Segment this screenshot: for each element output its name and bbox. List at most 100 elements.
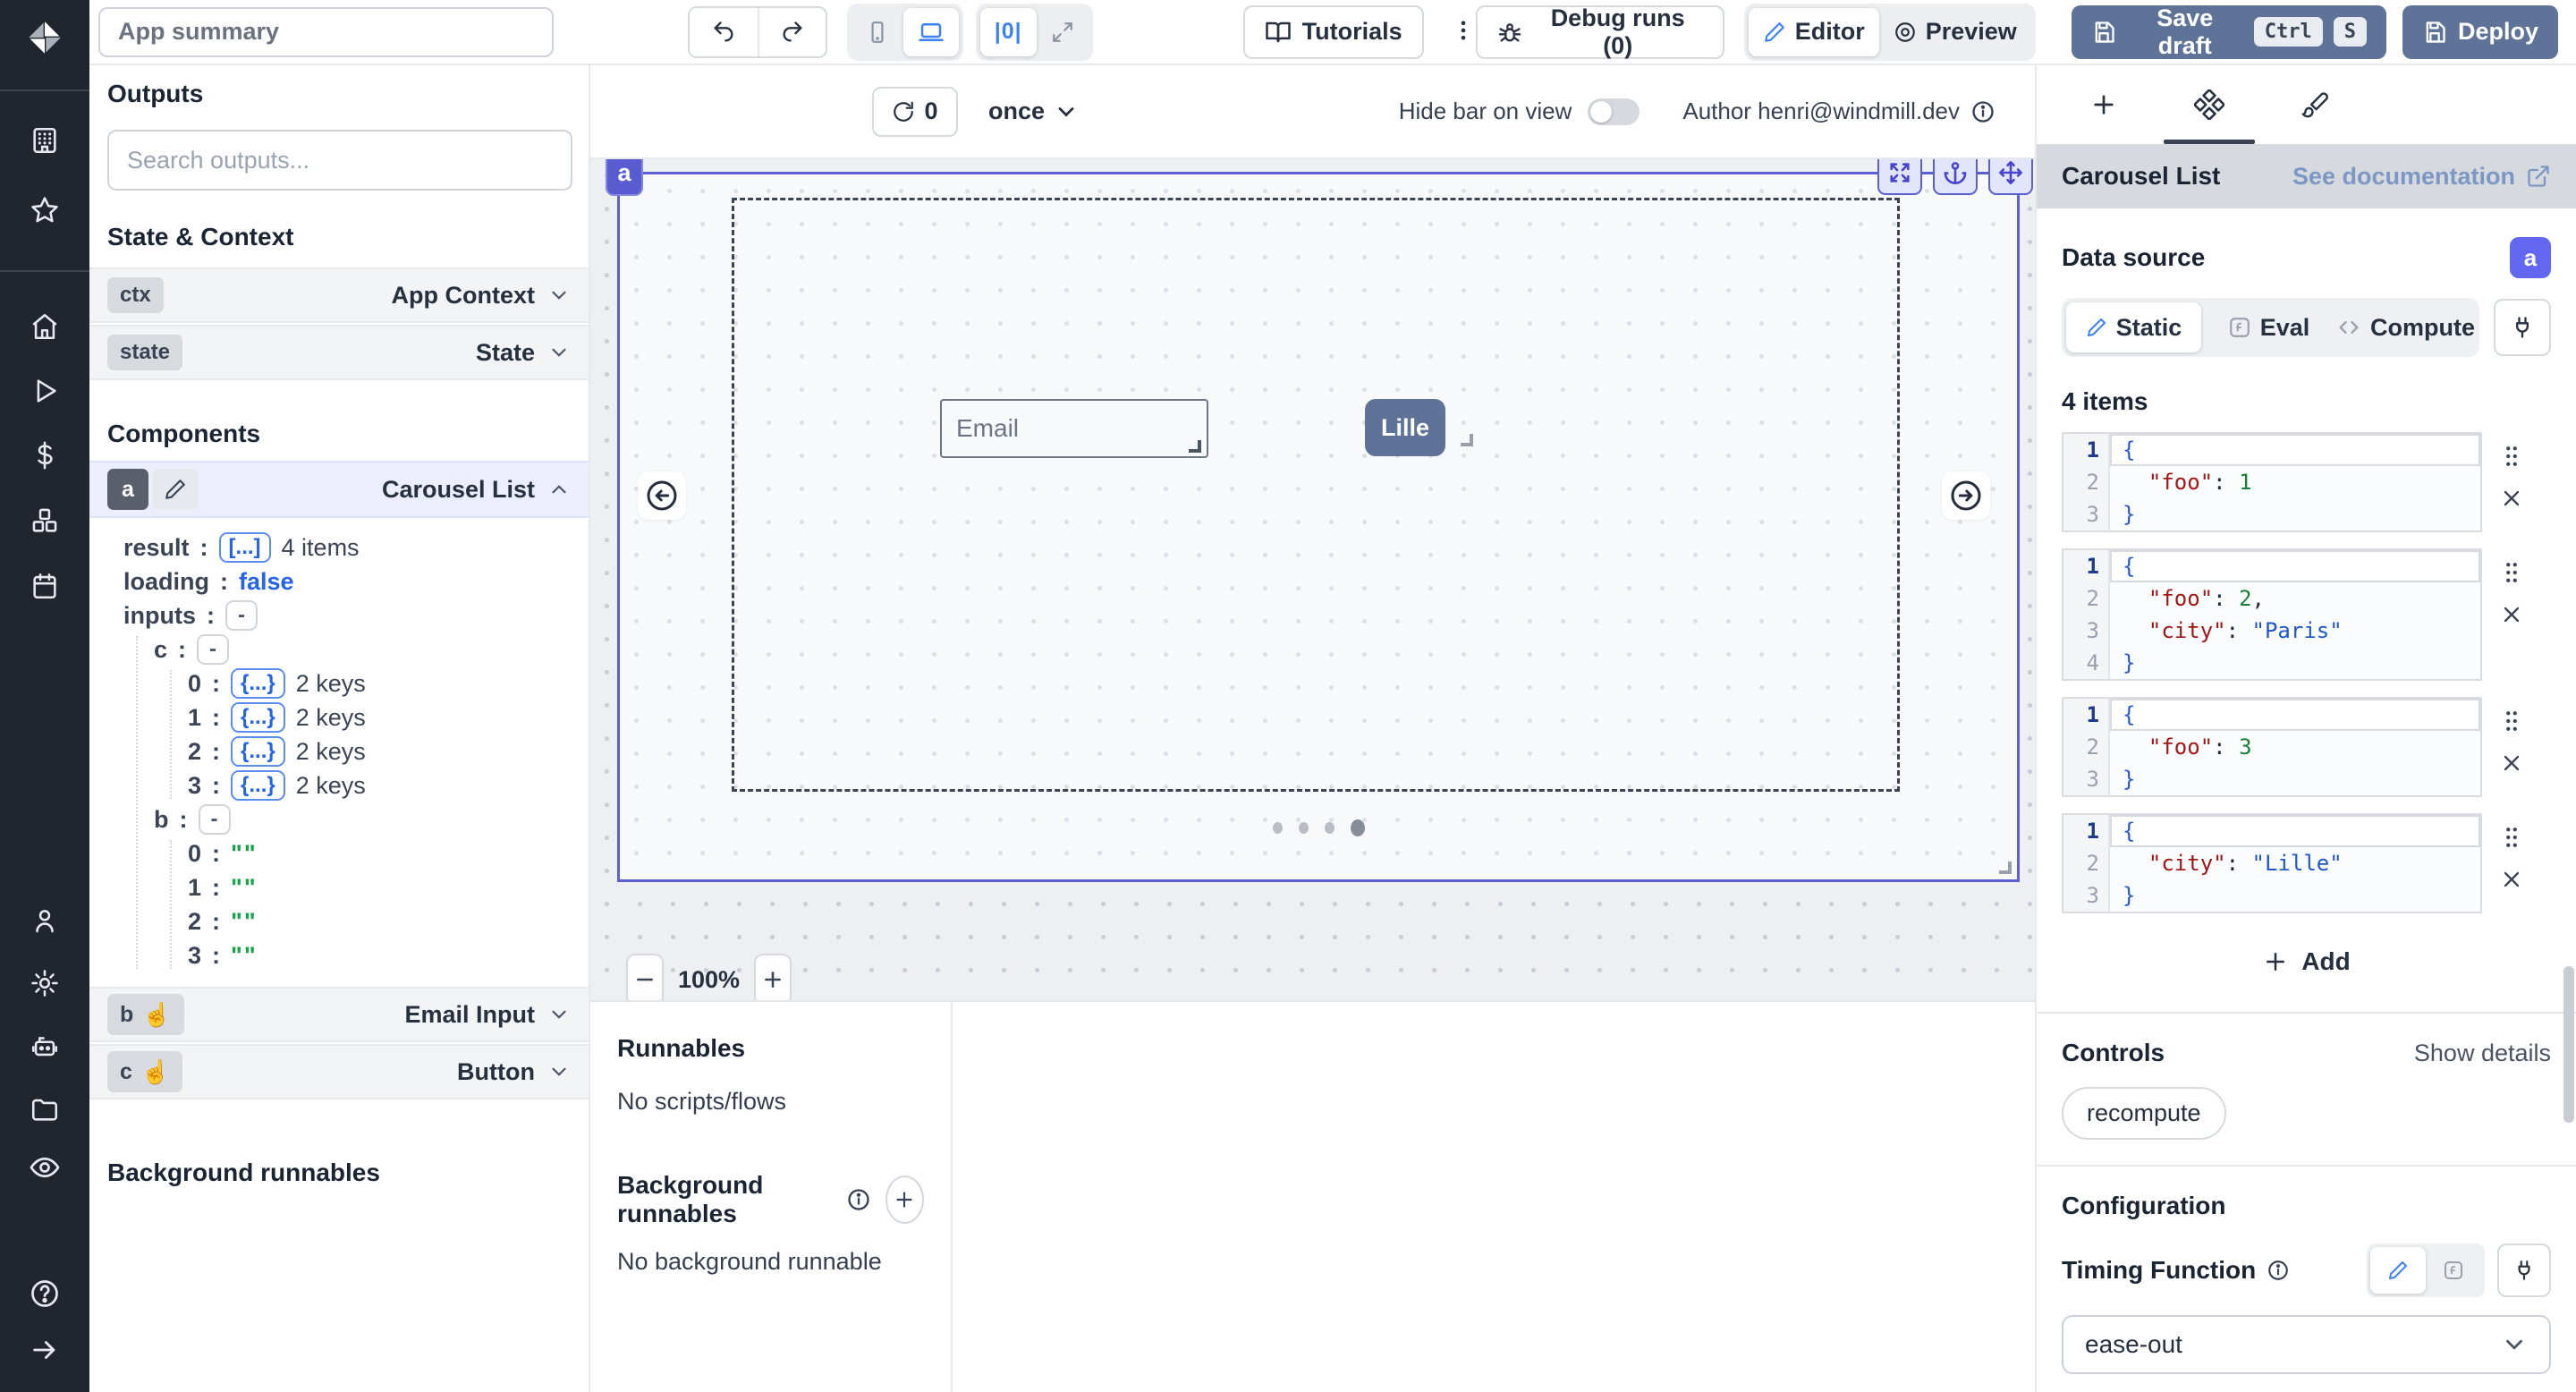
cubes-icon[interactable]	[0, 505, 89, 536]
expand-toggle[interactable]: {...}	[231, 770, 285, 801]
expand-component-button[interactable]	[1877, 159, 1922, 195]
code-line[interactable]: }	[2110, 879, 2480, 912]
deploy-button[interactable]: Deploy	[2402, 5, 2558, 59]
carousel-dot[interactable]	[1273, 822, 1283, 834]
timing-static-button[interactable]	[2370, 1247, 2426, 1294]
tab-insert[interactable]	[2051, 65, 2157, 144]
carousel-item-editor[interactable]: 1{2 "city": "Lille"3}	[2062, 813, 2482, 913]
drag-handle-icon[interactable]	[2498, 824, 2525, 851]
delete-item-button[interactable]	[2499, 486, 2524, 511]
component-tag[interactable]: a	[606, 159, 643, 196]
rename-component-button[interactable]	[152, 469, 199, 510]
carousel-dot[interactable]	[1351, 819, 1365, 836]
carousel-prev-button[interactable]	[638, 471, 686, 520]
add-item-button[interactable]: Add	[2062, 937, 2551, 987]
tutorials-button[interactable]: Tutorials	[1243, 5, 1424, 59]
robot-icon[interactable]	[0, 1031, 89, 1061]
carousel-container[interactable]	[732, 198, 1900, 792]
chevron-down-icon[interactable]	[547, 1003, 571, 1026]
zoom-out-button[interactable]	[626, 954, 664, 1000]
timing-connect-button[interactable]	[2497, 1243, 2551, 1297]
email-field[interactable]	[940, 399, 1208, 458]
output-tree-row[interactable]: 0:""	[188, 836, 589, 870]
component-row-carousel[interactable]: a Carousel List	[89, 461, 589, 518]
expand-toggle[interactable]: {...}	[231, 668, 285, 699]
carousel-next-button[interactable]	[1942, 471, 1990, 520]
center-layout-button[interactable]: |0|	[980, 8, 1037, 56]
static-mode-button[interactable]: Static	[2066, 302, 2201, 352]
anchor-component-button[interactable]	[1933, 159, 1978, 195]
code-line[interactable]: "foo": 1	[2110, 466, 2480, 498]
output-tree-row[interactable]: result:[...]4 items	[123, 530, 589, 564]
code-line[interactable]: }	[2110, 763, 2480, 795]
home-icon[interactable]	[0, 311, 89, 342]
info-icon[interactable]	[1970, 99, 1996, 124]
code-line[interactable]: "city": "Lille"	[2110, 847, 2480, 879]
component-row-button[interactable]: c☝ Button	[89, 1044, 589, 1099]
carousel-item-editor[interactable]: 1{2 "foo": 13}	[2062, 432, 2482, 532]
dollar-icon[interactable]	[0, 440, 89, 471]
code-line[interactable]: }	[2110, 498, 2480, 530]
carousel-dot[interactable]	[1299, 822, 1309, 834]
undo-button[interactable]	[690, 8, 758, 56]
resize-handle[interactable]	[1189, 440, 1201, 453]
output-tree-row[interactable]: 3:""	[188, 938, 589, 972]
info-icon[interactable]	[846, 1187, 871, 1212]
code-line[interactable]: "foo": 3	[2110, 731, 2480, 763]
eval-mode-button[interactable]: Eval	[2201, 302, 2336, 352]
chevron-up-icon[interactable]	[547, 478, 571, 501]
ctx-row[interactable]: ctx App Context	[89, 267, 589, 323]
resize-handle[interactable]	[1999, 862, 2012, 874]
delete-item-button[interactable]	[2499, 867, 2524, 892]
expand-toggle[interactable]: {...}	[231, 736, 285, 767]
folder-icon[interactable]	[0, 1094, 89, 1125]
component-row-email[interactable]: b☝ Email Input	[89, 987, 589, 1042]
output-tree-row[interactable]: 0:{...}2 keys	[188, 666, 589, 700]
calendar-icon[interactable]	[0, 571, 89, 601]
add-background-runnable-button[interactable]	[886, 1176, 924, 1224]
app-canvas[interactable]: a Lille 100%	[590, 159, 2035, 1000]
desktop-view-button[interactable]	[903, 8, 959, 56]
output-tree-row[interactable]: 1:""	[188, 870, 589, 904]
tab-component-settings[interactable]	[2157, 65, 2262, 144]
collapse-toggle[interactable]: -	[197, 634, 229, 665]
timing-function-select[interactable]: ease-out	[2062, 1315, 2551, 1374]
drag-handle-icon[interactable]	[2498, 443, 2525, 470]
carousel-component-selection[interactable]: a Lille	[617, 172, 2020, 882]
carousel-dots[interactable]	[620, 819, 2017, 836]
gear-icon[interactable]	[0, 968, 89, 998]
see-documentation-link[interactable]: See documentation	[2292, 163, 2551, 191]
output-tree-row[interactable]: 1:{...}2 keys	[188, 700, 589, 734]
collapse-toggle[interactable]: -	[199, 804, 231, 835]
tab-styling[interactable]	[2262, 65, 2368, 144]
code-line[interactable]: }	[2110, 647, 2480, 679]
output-tree-row[interactable]: 2:{...}2 keys	[188, 734, 589, 768]
drag-handle-icon[interactable]	[2498, 559, 2525, 586]
code-line[interactable]: {	[2110, 699, 2480, 731]
redo-button[interactable]	[758, 8, 826, 56]
connect-data-button[interactable]	[2494, 299, 2551, 356]
zoom-in-button[interactable]	[754, 954, 792, 1000]
mobile-view-button[interactable]	[852, 8, 903, 56]
eye-icon[interactable]	[0, 1151, 89, 1184]
output-tree-row[interactable]: inputs:-	[123, 598, 589, 632]
play-icon[interactable]	[0, 376, 89, 406]
output-tree-row[interactable]: c:-	[154, 632, 589, 666]
person-icon[interactable]	[0, 905, 89, 936]
delete-item-button[interactable]	[2499, 602, 2524, 627]
collapse-toggle[interactable]: -	[225, 600, 258, 631]
info-icon[interactable]	[2267, 1259, 2290, 1282]
expand-toggle[interactable]: [...]	[219, 532, 271, 563]
search-outputs-input[interactable]	[107, 130, 572, 191]
resize-handle[interactable]	[1461, 434, 1473, 446]
move-component-button[interactable]	[1988, 159, 2033, 195]
chevron-down-icon[interactable]	[547, 341, 571, 364]
preview-tab[interactable]: Preview	[1879, 8, 2031, 56]
carousel-item-editor[interactable]: 1{2 "foo": 2,3 "city": "Paris"4}	[2062, 548, 2482, 681]
hide-bar-toggle[interactable]	[1588, 98, 1640, 125]
app-summary-input[interactable]	[98, 7, 554, 57]
debug-runs-button[interactable]: Debug runs (0)	[1476, 5, 1724, 59]
building-icon[interactable]	[0, 125, 89, 156]
delete-item-button[interactable]	[2499, 751, 2524, 776]
editor-tab[interactable]: Editor	[1749, 8, 1879, 56]
